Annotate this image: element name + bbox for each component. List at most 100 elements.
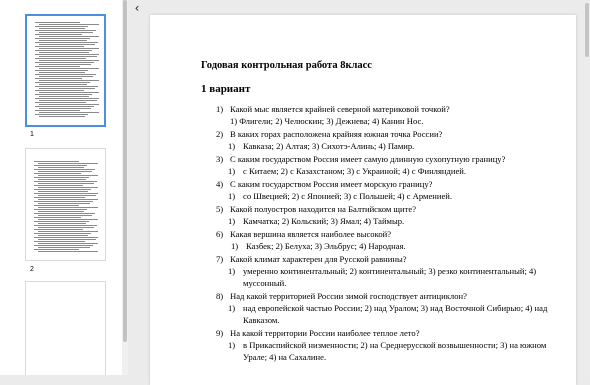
thumbnail-text-line — [34, 233, 91, 234]
thumbnail-text-line — [34, 201, 93, 202]
question-text: На какой территории России наиболее тепл… — [230, 328, 420, 338]
page-thumbnail-2[interactable] — [25, 148, 106, 261]
thumbnail-text-line — [39, 64, 91, 65]
collapse-sidebar-button[interactable]: ‹ — [130, 1, 144, 15]
thumbnail-text-line — [35, 70, 88, 71]
thumbnail-text-line — [38, 199, 98, 200]
thumbnail-text-line — [38, 179, 86, 180]
main-scrollbar-thumb[interactable] — [585, 3, 589, 57]
thumbnail-text-line — [34, 221, 89, 222]
thumbnail-text-line — [35, 102, 86, 103]
thumbnail-text-line — [38, 251, 98, 252]
thumbnail-text-line — [35, 90, 84, 91]
question-number: 9) — [216, 328, 224, 338]
question-text: Какая вершина является наиболее высокой? — [230, 229, 392, 239]
thumbnail-text-line — [38, 235, 88, 236]
thumbnail-text-line — [35, 30, 96, 31]
thumbnail-text-line — [39, 44, 95, 45]
document-title: Годовая контрольная работа 8класс — [201, 60, 372, 71]
thumbnail-text-line — [39, 100, 97, 101]
thumbnail-text-line — [34, 193, 98, 194]
thumbnail-text-line — [38, 163, 98, 164]
thumbnail-text-line — [38, 167, 84, 168]
thumbnail-text-line — [39, 40, 87, 41]
thumbnail-text-line — [39, 104, 99, 105]
answer-text: Казбек; 2) Белуха; 3) Эльбрус; 4) Народн… — [246, 241, 406, 251]
thumbnail-text-line — [39, 60, 99, 61]
thumbnail-text-line — [39, 72, 85, 73]
thumbnail-text-line — [39, 52, 89, 53]
thumbnail-text-line — [34, 177, 89, 178]
thumbnail-text-line — [34, 173, 81, 174]
thumbnail-text-line — [35, 94, 92, 95]
question-number: 8) — [216, 291, 224, 301]
question-text: В каких горах расположена крайняя южная … — [230, 129, 443, 139]
thumbnail-text-line — [35, 54, 99, 55]
thumbnail-text-line — [39, 116, 85, 117]
thumbnail-text-line — [34, 197, 85, 198]
thumbnail-text-line — [35, 50, 92, 51]
page-thumbnail-3[interactable] — [25, 281, 106, 375]
thumbnail-text-line — [34, 245, 93, 246]
question-text: С каким государством Россия имеет самую … — [230, 154, 506, 164]
thumbnail-text-line — [39, 84, 87, 85]
thumbnail-text-line — [35, 114, 88, 115]
answer-number: 1) — [231, 241, 239, 251]
thumbnail-text-line — [35, 62, 94, 63]
thumbnail-text-line — [39, 56, 97, 57]
answer-text: умеренно континентальный; 2) континентал… — [243, 266, 537, 288]
answer-number: 1) — [228, 340, 236, 350]
thumbnail-text-line — [34, 237, 98, 238]
thumbnail-text-line — [34, 213, 95, 214]
question-number: 2) — [216, 129, 224, 139]
thumbnail-text-line — [35, 106, 94, 107]
thumbnail-text-line — [39, 76, 93, 77]
thumbnail-text-line — [35, 82, 90, 83]
thumbnail-text-line — [39, 92, 99, 93]
thumbnail-text-line — [35, 46, 84, 47]
thumbnail-text-line — [39, 80, 99, 81]
thumbnail-text-line — [34, 161, 79, 162]
answer-text: в Прикаспийской низменности; 2) на Средн… — [243, 340, 547, 362]
thumbnail-text-line — [38, 247, 90, 248]
thumbnail-text-line — [34, 189, 91, 190]
thumbnail-text-line — [38, 219, 98, 220]
answer-text: со Швецией; 2) с Японией; 3) с Польшей; … — [243, 191, 453, 201]
thumbnail-text-line — [34, 169, 95, 170]
thumbnail-text-line — [38, 203, 90, 204]
thumbnail-text-line — [38, 227, 94, 228]
thumbnail-text-line — [39, 112, 99, 113]
question-number: 7) — [216, 254, 224, 264]
thumbnail-text-line — [39, 28, 85, 29]
thumbnail-text-line — [39, 68, 99, 69]
answer-number: 1) — [228, 303, 236, 313]
thumbnail-text-line — [35, 78, 82, 79]
thumbnail-text-line — [34, 249, 79, 250]
thumbnail-text-line — [34, 185, 83, 186]
thumbnail-text-line — [35, 22, 80, 23]
document-page: Годовая контрольная работа 8класс 1 вари… — [150, 15, 576, 385]
thumbnail-text-line — [34, 225, 97, 226]
thumbnail-text-line — [34, 209, 87, 210]
question-text: С каким государством Россия имеет морску… — [230, 179, 433, 189]
thumbnail-sidebar: 1 2 — [0, 0, 123, 375]
document-variant: 1 вариант — [201, 83, 251, 95]
thumbnail-text-line — [35, 58, 86, 59]
answer-number: 1) — [228, 166, 236, 176]
thumbnail-text-line — [34, 165, 87, 166]
answer-text: с Китаем; 2) с Казахстаном; 3) с Украино… — [243, 166, 467, 176]
answer-text: Кавказа; 2) Алтая; 3) Сихотэ-Алинь; 4) П… — [243, 141, 415, 151]
thumbnail-text-line — [38, 243, 98, 244]
thumbnail-text-line — [35, 98, 99, 99]
thumbnail-text-line — [38, 207, 98, 208]
page-thumbnail-1[interactable] — [25, 14, 106, 127]
thumbnail-text-line — [35, 34, 82, 35]
sidebar-scrollbar-thumb[interactable] — [123, 0, 127, 342]
thumbnail-text-line — [35, 74, 96, 75]
thumbnail-text-line — [35, 86, 98, 87]
question-number: 6) — [216, 229, 224, 239]
thumbnail-text-line — [38, 195, 96, 196]
thumbnail-text-line — [38, 211, 84, 212]
question-number: 3) — [216, 154, 224, 164]
thumbnail-text-line — [35, 38, 90, 39]
